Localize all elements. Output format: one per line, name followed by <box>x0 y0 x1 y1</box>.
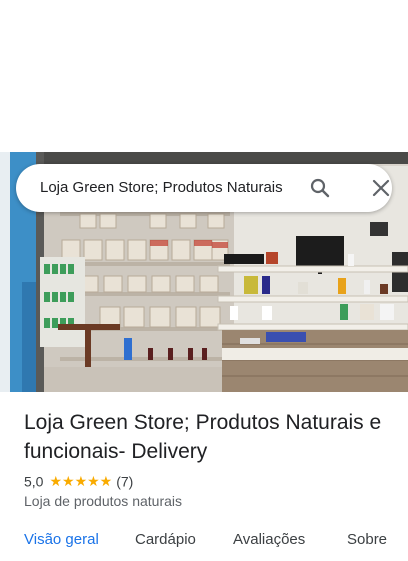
rating-row[interactable]: 5,0 ★★★★★ (7) <box>24 472 133 490</box>
place-title: Loja Green Store; Produtos Naturais e fu… <box>24 411 382 463</box>
search-input[interactable]: Loja Green Store; Produtos Naturais <box>40 179 302 196</box>
place-category[interactable]: Loja de produtos naturais <box>24 493 182 509</box>
tab-reviews[interactable]: Avaliações <box>233 531 305 548</box>
tab-about[interactable]: Sobre <box>347 531 387 548</box>
rating-value: 5,0 <box>24 473 44 490</box>
review-count[interactable]: (7) <box>116 473 133 489</box>
tab-overview[interactable]: Visão geral <box>24 531 99 548</box>
search-bar[interactable]: Loja Green Store; Produtos Naturais <box>16 164 392 212</box>
place-tabs: Visão geral Cardápio Avaliações Sobre <box>0 531 408 561</box>
star-rating-icon: ★★★★★ <box>49 472 113 489</box>
search-icon[interactable] <box>308 176 332 200</box>
tab-menu[interactable]: Cardápio <box>135 531 196 548</box>
close-icon[interactable] <box>370 177 392 199</box>
